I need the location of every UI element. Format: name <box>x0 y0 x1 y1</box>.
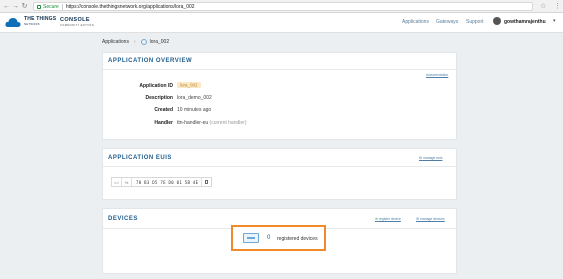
address-bar[interactable]: Secure https://console.thethingsnetwork.… <box>33 2 533 11</box>
forward-icon[interactable]: → <box>11 2 20 11</box>
app-id-label: Application ID <box>139 83 173 89</box>
logo-line1: THE THINGS <box>24 16 57 22</box>
avatar[interactable] <box>493 17 501 25</box>
secure-label: Secure <box>43 3 59 10</box>
chevron-down-icon[interactable]: ▾ <box>553 18 556 24</box>
manage-devices-link[interactable]: ⚙ manage devices <box>416 217 445 221</box>
breadcrumb-applications[interactable]: Applications <box>102 39 129 45</box>
device-count: 0 <box>267 235 271 241</box>
euis-title: APPLICATION EUIS <box>108 155 172 161</box>
copy-button[interactable] <box>201 178 211 186</box>
application-euis-card: APPLICATION EUIS ⚙ manage euis <> % 70 B… <box>102 148 457 200</box>
register-device-label: register device <box>378 217 401 221</box>
hex-format-toggle[interactable]: <> <box>112 178 122 186</box>
card-divider <box>103 166 456 167</box>
eui-value: 70 B3 D5 7E D0 01 5B 4E <box>136 179 199 185</box>
app-id-value: lora_002 <box>177 82 201 88</box>
username[interactable]: gowthamrajenthu <box>504 19 546 25</box>
reload-icon[interactable]: ↻ <box>20 2 29 11</box>
handler-label: Handler <box>154 120 173 126</box>
url-path: /applications/lora_002 <box>145 3 195 10</box>
handler-note: (current handler) <box>209 120 247 126</box>
logo-line2: NETWORK <box>24 23 41 26</box>
description-value: lora_demo_002 <box>177 95 212 101</box>
devices-title: DEVICES <box>108 216 138 222</box>
gear-icon: ⚙ <box>416 217 420 221</box>
lock-icon <box>37 4 41 9</box>
overview-title: APPLICATION OVERVIEW <box>108 58 193 64</box>
gear-icon: ⚙ <box>419 156 423 160</box>
created-label: Created <box>154 107 173 113</box>
documentation-link[interactable]: documentation <box>426 73 448 77</box>
url-host: https://console.thethingsnetwork.org <box>65 3 146 10</box>
nav-gateways[interactable]: Gateways <box>436 19 458 25</box>
eui-field: <> % 70 B3 D5 7E D0 01 5B 4E <box>111 177 212 187</box>
bookmark-star-icon[interactable]: ☆ <box>540 2 546 10</box>
manage-euis-label: manage euis <box>423 156 443 160</box>
back-icon[interactable]: ← <box>2 2 11 11</box>
breadcrumb-current: lora_002 <box>149 39 170 45</box>
nav-support[interactable]: Support <box>466 19 484 25</box>
manage-euis-link[interactable]: ⚙ manage euis <box>419 156 442 160</box>
chevron-right-icon: › <box>133 39 136 45</box>
console-title: CONSOLE <box>60 17 90 23</box>
byte-order-toggle[interactable]: % <box>122 178 132 186</box>
app-header: THE THINGS NETWORK CONSOLE COMMUNITY EDI… <box>0 13 563 33</box>
description-label: Description <box>145 95 173 101</box>
browser-menu-icon[interactable]: ⋮ <box>554 2 561 10</box>
breadcrumb: Applications › lora_002 <box>102 38 169 46</box>
card-divider <box>103 69 456 70</box>
clipboard-icon <box>205 180 208 184</box>
created-value: 10 minutes ago <box>177 107 212 113</box>
address-separator <box>61 3 63 10</box>
manage-devices-label: manage devices <box>420 217 445 221</box>
plus-icon: ⊕ <box>375 217 378 221</box>
ttn-cloud-logo-icon[interactable] <box>5 17 21 28</box>
register-device-link[interactable]: ⊕ register device <box>375 217 401 221</box>
console-subtitle: COMMUNITY EDITION <box>60 23 94 27</box>
handler-value: ttn-handler-eu <box>177 120 209 126</box>
nav-applications[interactable]: Applications <box>402 19 429 25</box>
registered-devices-box[interactable]: 0 registered devices <box>231 225 326 251</box>
devices-card: DEVICES ⊕ register device ⚙ manage devic… <box>102 208 457 274</box>
device-icon <box>243 233 259 243</box>
application-overview-card: APPLICATION OVERVIEW documentation Appli… <box>102 52 457 140</box>
device-count-label: registered devices <box>277 235 318 242</box>
application-icon <box>140 39 147 45</box>
